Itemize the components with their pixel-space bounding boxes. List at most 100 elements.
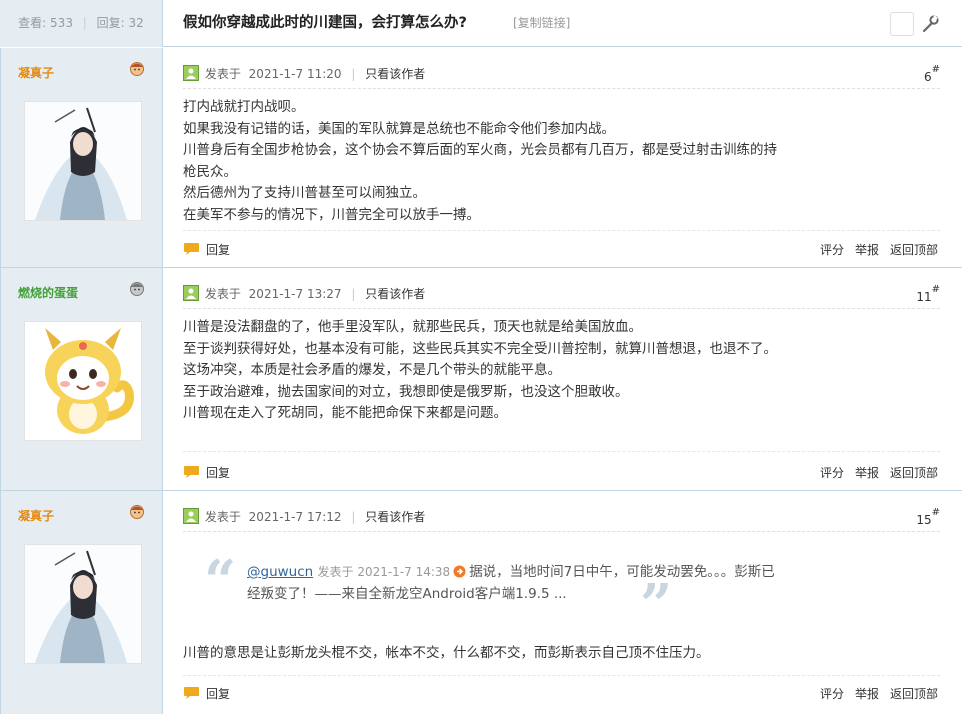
- user-face-icon: [129, 61, 145, 77]
- reply-bubble-icon: [183, 465, 200, 479]
- only-author-link[interactable]: 只看该作者: [365, 287, 425, 301]
- footer-divider: [183, 451, 940, 452]
- post-6: 凝真子 发表于 2021-1-7 11:20 | 只看该作者 6# 打内战就打内…: [0, 48, 962, 268]
- author-sidebar: 凝真子: [0, 48, 163, 267]
- go-to-post-icon[interactable]: [453, 563, 466, 578]
- floor-value: 15: [916, 513, 932, 527]
- meta-divider: |: [351, 67, 356, 81]
- author-sidebar: 凝真子: [0, 491, 163, 714]
- floor-value: 11: [916, 290, 932, 304]
- only-author-link[interactable]: 只看该作者: [365, 510, 425, 524]
- posted-status-icon: [183, 508, 199, 524]
- post-meta: 发表于 2021-1-7 17:12 | 只看该作者: [183, 507, 940, 531]
- floor-number[interactable]: 6#: [924, 64, 940, 87]
- footer-divider: [183, 230, 940, 231]
- avatar[interactable]: [24, 544, 142, 664]
- close-quote-icon: ”: [640, 572, 673, 638]
- views-label: 查看:: [18, 16, 47, 30]
- copy-link[interactable]: [复制链接]: [513, 0, 570, 47]
- quote-line: 经叛变了！——来自全新龙空Android客户端1.9.5 ...: [247, 586, 567, 602]
- content-line: 至于谈判获得好处，也基本没有可能，这些民兵其实不完全受川普控制，就算川普想退，也…: [183, 340, 777, 357]
- post-body: 发表于 2021-1-7 13:27 | 只看该作者 11# 川普是没法翻盘的了…: [164, 268, 962, 490]
- quote-line: 据说，当地时间7日中午，可能发动罢免。。。彭斯已: [469, 564, 775, 580]
- content-line: 枪民众。: [183, 163, 237, 180]
- posted-label: 发表于: [204, 287, 241, 301]
- content-line: 川普是没法翻盘的了，他手里没军队，就那些民兵，顶天也就是给美国放血。: [183, 319, 642, 335]
- footer-divider: [183, 675, 940, 676]
- meta-divider-line: [183, 531, 940, 532]
- author-name[interactable]: 凝真子: [18, 64, 54, 81]
- content-line: 这场冲突，本质是社会矛盾的爆发，不是几个带头的就能平息。: [183, 362, 561, 378]
- post-actions: 评分 举报 返回顶部: [809, 464, 938, 482]
- avatar[interactable]: [24, 101, 142, 221]
- post-content: 川普的意思是让彭斯龙头棍不交，帐本不交，什么都不交，而彭斯表示自己顶不住压力。: [183, 643, 822, 665]
- reply-bubble-icon: [183, 242, 200, 256]
- floor-hash: #: [931, 64, 940, 75]
- rate-link[interactable]: 评分: [820, 687, 844, 701]
- posted-label: 发表于: [204, 67, 241, 81]
- post-content: 打内战就打内战呗。 如果我没有记错的话，美国的军队就算是总统也不能命令他们参加内…: [183, 97, 822, 226]
- reply-button[interactable]: 回复: [183, 241, 230, 259]
- post-date: 2021-1-7 13:27: [248, 287, 342, 301]
- rate-link[interactable]: 评分: [820, 243, 844, 257]
- post-body: 发表于 2021-1-7 11:20 | 只看该作者 6# 打内战就打内战呗。 …: [164, 48, 962, 267]
- quote-block: “ @guwucn 发表于 2021-1-7 14:38 据说，当地时间7日中午，…: [204, 548, 807, 633]
- meta-divider: |: [351, 510, 356, 524]
- content-line: 如果我没有记错的话，美国的军队就算是总统也不能命令他们参加内战。: [183, 120, 615, 137]
- reply-label: 回复: [206, 687, 231, 701]
- only-author-link[interactable]: 只看该作者: [365, 67, 425, 81]
- replies-count: 32: [128, 16, 144, 30]
- content-line: 打内战就打内战呗。: [183, 99, 305, 115]
- checkbox-button[interactable]: [890, 12, 914, 36]
- content-line: 在美军不参与的情况下，川普完全可以放手一搏。: [183, 206, 480, 223]
- post-body: 发表于 2021-1-7 17:12 | 只看该作者 15# “ @guwucn…: [164, 491, 962, 714]
- floor-value: 6: [923, 70, 932, 84]
- wrench-icon[interactable]: [920, 14, 940, 34]
- floor-number[interactable]: 15#: [916, 507, 940, 530]
- floor-hash: #: [931, 284, 940, 295]
- back-to-top-link[interactable]: 返回顶部: [890, 466, 938, 480]
- posted-label: 发表于: [204, 510, 241, 524]
- back-to-top-link[interactable]: 返回顶部: [890, 687, 938, 701]
- rate-link[interactable]: 评分: [820, 466, 844, 480]
- reply-label: 回复: [206, 243, 231, 257]
- avatar[interactable]: [24, 321, 142, 441]
- gray-user-icon: [129, 281, 145, 297]
- stats-divider: |: [82, 16, 87, 30]
- post-actions: 评分 举报 返回顶部: [809, 685, 938, 703]
- content-line: 至于政治避难，抛去国家间的对立，我想即使是俄罗斯，也没这个胆敢收。: [183, 383, 629, 400]
- post-content: 川普是没法翻盘的了，他手里没军队，就那些民兵，顶天也就是给美国放血。 至于谈判获…: [183, 317, 942, 425]
- user-face-icon: [129, 504, 145, 520]
- content-line: 川普身后有全国步枪协会，这个协会不算后面的军火商，光会员都有几百万，都是受过射击…: [183, 142, 777, 158]
- author-sidebar: 燃烧的蛋蛋: [0, 268, 163, 490]
- posted-status-icon: [183, 285, 199, 301]
- report-link[interactable]: 举报: [855, 466, 879, 480]
- thread-title: 假如你穿越成此时的川建国，会打算怎么办?: [183, 15, 467, 31]
- reply-button[interactable]: 回复: [183, 685, 230, 703]
- quote-meta: 发表于 2021-1-7 14:38: [317, 565, 451, 579]
- post-15: 凝真子 发表于 2021-1-7 17:12 | 只看该作者 15# “ @gu…: [0, 491, 962, 714]
- report-link[interactable]: 举报: [855, 243, 879, 257]
- open-quote-icon: “: [204, 548, 237, 614]
- views-count: 533: [50, 16, 73, 30]
- post-date: 2021-1-7 17:12: [248, 510, 342, 524]
- post-11: 燃烧的蛋蛋 发表于 2021-1-7 13:27 | 只看该作者 11# 川普是…: [0, 268, 962, 491]
- reply-button[interactable]: 回复: [183, 464, 230, 482]
- replies-label: 回复:: [96, 16, 125, 30]
- post-meta: 发表于 2021-1-7 13:27 | 只看该作者: [183, 284, 940, 308]
- author-name[interactable]: 凝真子: [18, 507, 54, 524]
- floor-number[interactable]: 11#: [916, 284, 940, 307]
- post-date: 2021-1-7 11:20: [248, 67, 342, 81]
- quote-text: @guwucn 发表于 2021-1-7 14:38 据说，当地时间7日中午，可能…: [247, 561, 807, 605]
- back-to-top-link[interactable]: 返回顶部: [890, 243, 938, 257]
- meta-divider: |: [351, 287, 356, 301]
- author-name[interactable]: 燃烧的蛋蛋: [18, 284, 78, 301]
- content-line: 川普的意思是让彭斯龙头棍不交，帐本不交，什么都不交，而彭斯表示自己顶不住压力。: [183, 645, 710, 661]
- post-actions: 评分 举报 返回顶部: [809, 241, 938, 259]
- floor-hash: #: [931, 507, 940, 518]
- quote-user-link[interactable]: @guwucn: [247, 564, 313, 580]
- thread-header: 查看: 533 | 回复: 32 假如你穿越成此时的川建国，会打算怎么办? [复…: [0, 0, 962, 47]
- reply-bubble-icon: [183, 686, 200, 700]
- content-line: 川普现在走入了死胡同，能不能把命保下来都是问题。: [183, 405, 507, 421]
- report-link[interactable]: 举报: [855, 687, 879, 701]
